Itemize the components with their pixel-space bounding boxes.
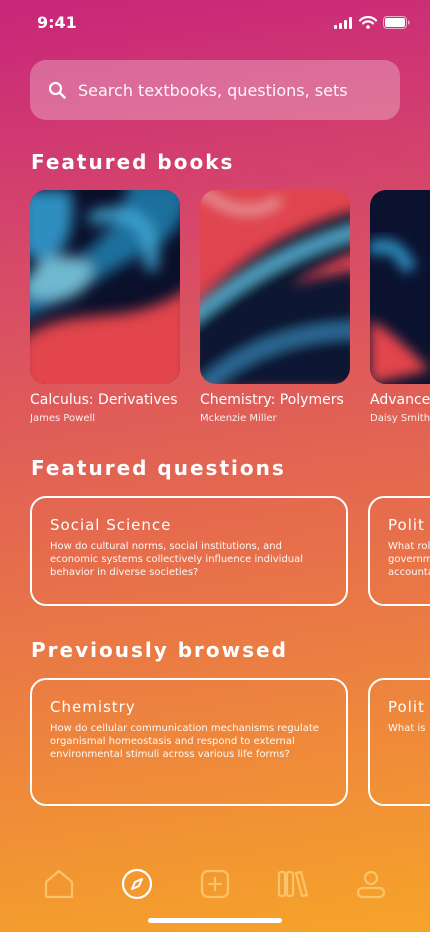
- search-input[interactable]: [78, 80, 378, 100]
- featured-questions-heading: Featured questions: [31, 456, 286, 480]
- question-subject: Polit: [388, 516, 425, 534]
- tab-create[interactable]: [193, 862, 237, 906]
- status-bar: 9:41: [0, 0, 430, 50]
- library-icon: [277, 870, 309, 898]
- book-cover: [30, 190, 180, 384]
- tab-home[interactable]: [37, 862, 81, 906]
- question-subject: Chemistry: [50, 698, 136, 716]
- wifi-icon: [359, 16, 377, 29]
- question-card[interactable]: Polit What rol governm accounta: [368, 496, 430, 606]
- previously-browsed-heading: Previously browsed: [31, 638, 288, 662]
- question-card[interactable]: Polit What is: [368, 678, 430, 806]
- question-card[interactable]: Social Science How do cultural norms, so…: [30, 496, 348, 606]
- tab-bar: [0, 862, 430, 906]
- home-indicator: [148, 918, 282, 923]
- question-text: How do cellular communication mechanisms…: [50, 723, 319, 760]
- battery-icon: [383, 16, 410, 29]
- tab-profile[interactable]: [349, 862, 393, 906]
- book-author: James Powell: [30, 413, 96, 424]
- book-title: Chemistry: Polymers: [200, 392, 344, 408]
- question-text: What rol governm accounta: [388, 541, 430, 578]
- question-card[interactable]: Chemistry How do cellular communication …: [30, 678, 348, 806]
- previously-browsed-carousel[interactable]: Chemistry How do cellular communication …: [30, 678, 430, 806]
- question-subject: Social Science: [50, 516, 172, 534]
- featured-books-heading: Featured books: [31, 150, 235, 174]
- book-title: Calculus: Derivatives: [30, 392, 178, 408]
- book-cover: [200, 190, 350, 384]
- status-icons: [334, 16, 410, 29]
- book-author: Mckenzie Miller: [200, 413, 277, 424]
- book-card[interactable]: Chemistry: Polymers Mckenzie Miller: [200, 190, 350, 424]
- status-time: 9:41: [37, 13, 77, 32]
- compass-icon: [121, 868, 153, 900]
- book-card[interactable]: Calculus: Derivatives James Powell: [30, 190, 180, 424]
- book-author: Daisy Smith: [370, 413, 430, 424]
- question-text: How do cultural norms, social institutio…: [50, 541, 304, 578]
- search-bar[interactable]: [30, 60, 400, 120]
- tab-explore[interactable]: [115, 862, 159, 906]
- signal-icon: [334, 16, 352, 29]
- question-subject: Polit: [388, 698, 425, 716]
- book-title: Advance: [370, 392, 430, 408]
- featured-questions-carousel[interactable]: Social Science How do cultural norms, so…: [30, 496, 430, 624]
- book-cover: [370, 190, 430, 384]
- add-icon: [200, 869, 230, 899]
- profile-icon: [356, 870, 386, 899]
- book-card[interactable]: Advance Daisy Smith: [370, 190, 430, 424]
- tab-library[interactable]: [271, 862, 315, 906]
- home-icon: [44, 869, 74, 899]
- question-text: What is: [388, 723, 426, 734]
- search-icon: [48, 81, 66, 99]
- featured-books-carousel[interactable]: Calculus: Derivatives James Powell Chemi…: [30, 190, 430, 430]
